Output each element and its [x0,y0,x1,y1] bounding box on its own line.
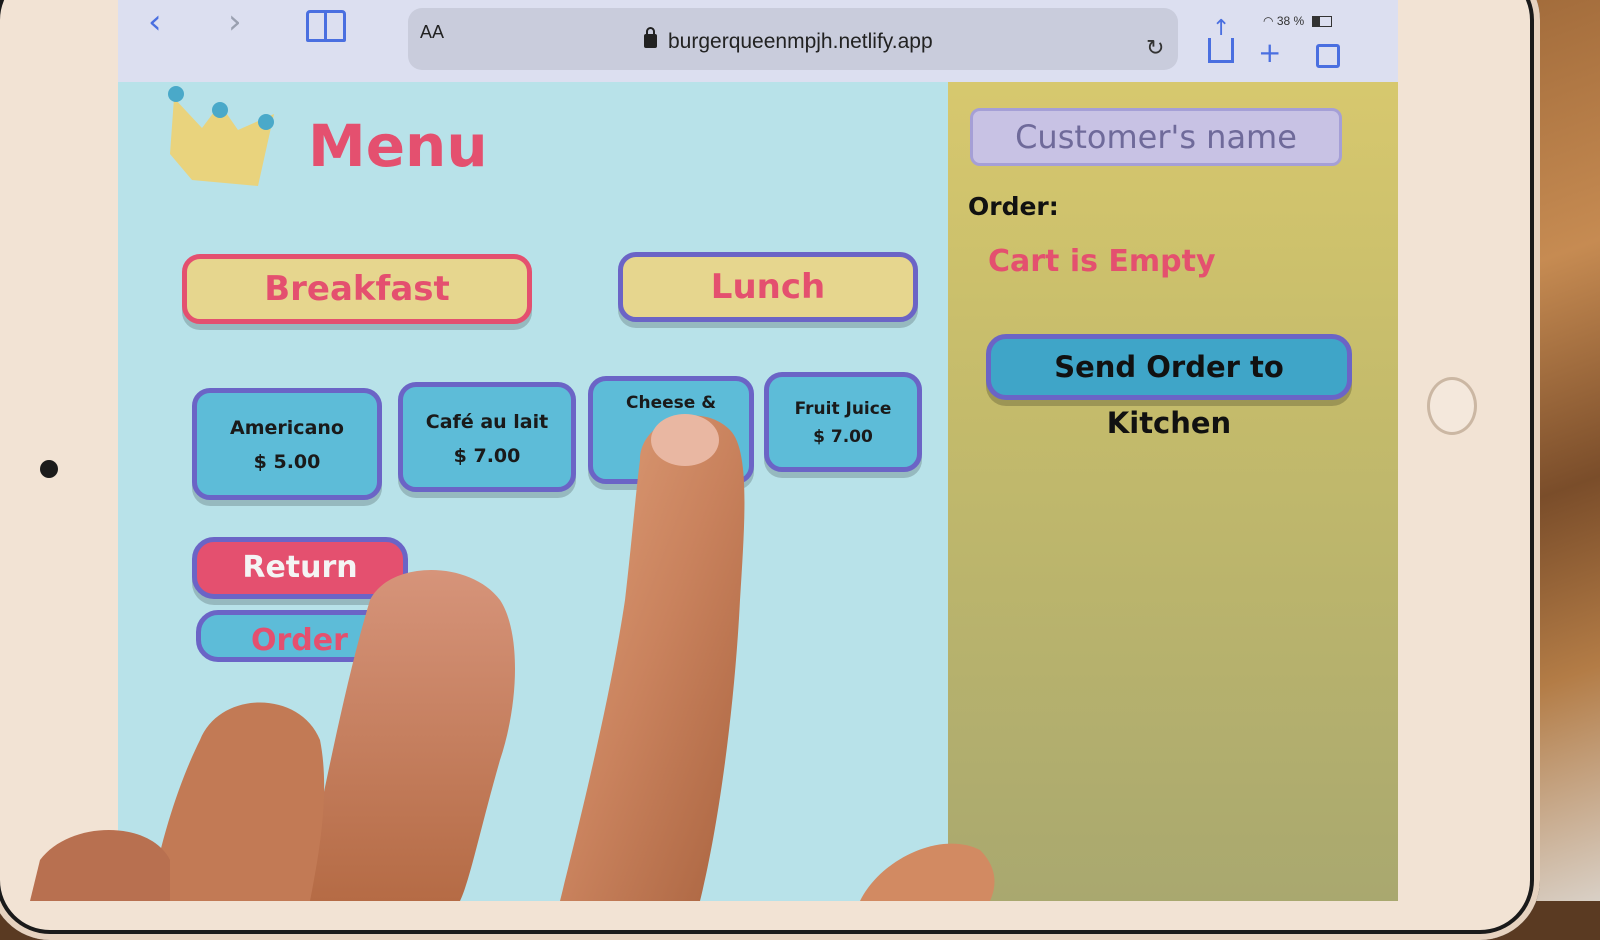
menu-panel: Menu Breakfast Lunch Americano $ 5.00 Ca… [118,82,948,901]
text-size-button[interactable]: AA [420,22,444,43]
item-name: Fruit Juice [794,399,892,419]
tabs-icon[interactable] [1316,44,1340,68]
cart-status: Cart is Empty [988,244,1216,279]
status-bar: ◠ 38 % [1263,14,1332,28]
share-icon[interactable] [1208,16,1234,63]
forward-icon[interactable]: › [228,2,242,42]
customer-name-input[interactable] [970,108,1342,166]
browser-toolbar: ‹ › AA burgerqueenmpjh.netlify.app ↻ ◠ 3… [118,0,1398,82]
battery-icon [1311,16,1332,28]
crown-logo-icon [168,86,274,186]
item-name: Cheese & [625,393,717,413]
order-panel: Order: Cart is Empty Send Order to Kitch… [948,82,1398,901]
item-price: $ 7.00 [453,445,521,467]
item-price: $ 5.00 [253,451,321,473]
wifi-icon: ◠ [1263,14,1274,28]
tablet-screen: ‹ › AA burgerqueenmpjh.netlify.app ↻ ◠ 3… [118,0,1398,901]
menu-item-americano[interactable]: Americano $ 5.00 [192,388,382,500]
lock-icon [644,27,657,48]
reload-icon[interactable]: ↻ [1146,36,1164,61]
menu-item-fruit-juice[interactable]: Fruit Juice $ 7.00 [764,372,922,472]
menu-item-cheese-sandwich[interactable]: Cheese & [588,376,754,484]
item-name: Café au lait [425,411,549,433]
return-button[interactable]: Return [192,537,408,599]
battery-percent: 38 % [1276,14,1305,28]
back-icon[interactable]: ‹ [148,2,162,42]
address-bar[interactable]: AA burgerqueenmpjh.netlify.app ↻ [408,8,1178,70]
camera [40,460,58,478]
menu-item-cafe-au-lait[interactable]: Café au lait $ 7.00 [398,382,576,492]
send-order-button[interactable]: Send Order to Kitchen [986,334,1352,440]
home-button[interactable] [1427,377,1477,435]
tab-lunch[interactable]: Lunch [618,252,918,322]
bookmarks-icon[interactable] [306,10,346,42]
url-text[interactable]: burgerqueenmpjh.netlify.app [668,30,933,54]
orders-button[interactable]: Order [196,610,402,662]
new-tab-icon[interactable]: + [1258,36,1281,69]
page-title: Menu [308,112,488,180]
tab-breakfast[interactable]: Breakfast [182,254,532,324]
item-price: $ 7.00 [813,427,873,447]
order-heading: Order: [968,192,1059,221]
item-name: Americano [230,417,344,439]
